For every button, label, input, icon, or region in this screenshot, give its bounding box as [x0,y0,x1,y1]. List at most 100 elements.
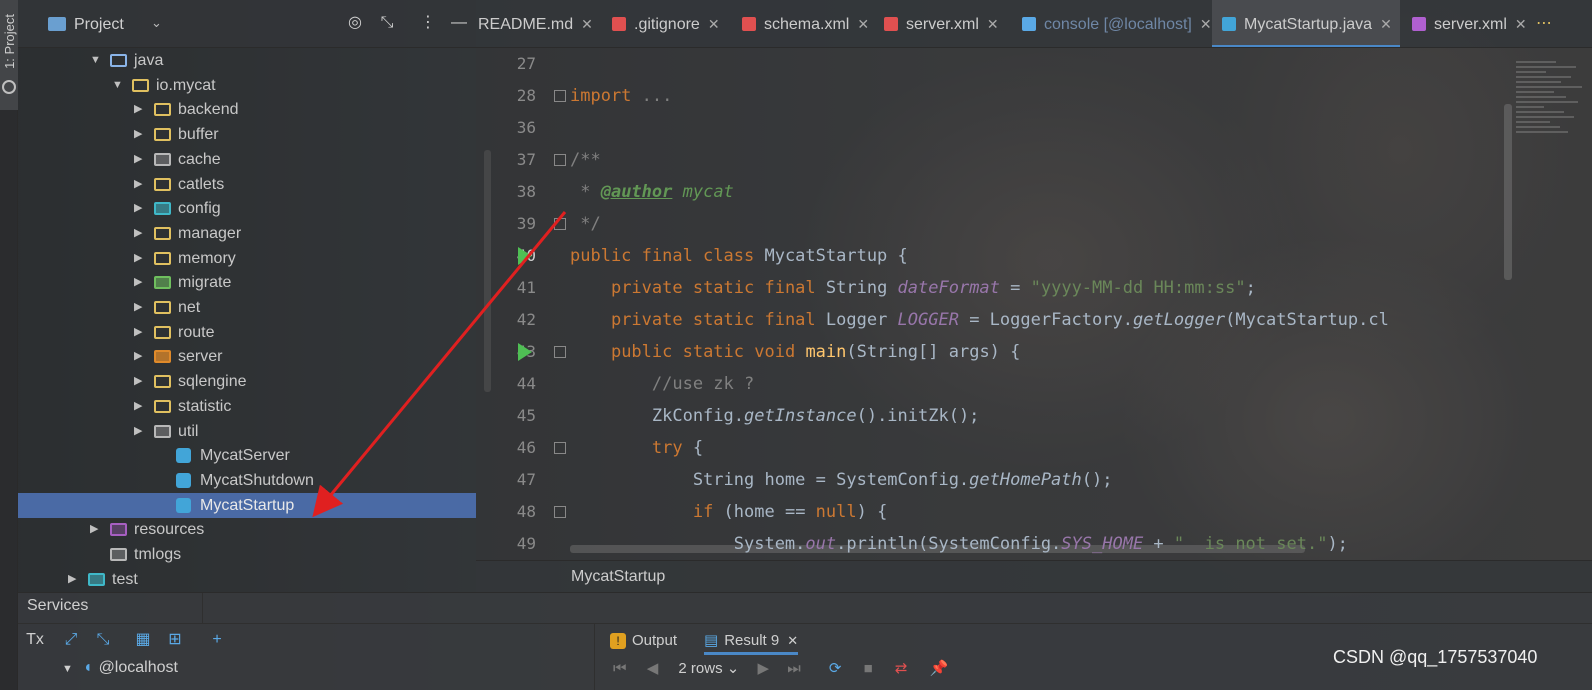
tab-result[interactable]: ▤ Result 9 ✕ [704,627,799,655]
tab-readme-md[interactable]: README.md ✕ [476,0,594,47]
chevron-down-icon[interactable]: ▼ [90,48,101,73]
close-icon[interactable]: ✕ [581,16,593,32]
tree-item-manager[interactable]: ▶ manager [18,221,476,246]
tree-item-java[interactable]: ▼ java [18,48,476,73]
chevron-right-icon[interactable]: ▶ [134,221,142,246]
more-tabs-icon[interactable]: ⋯ [1536,0,1552,47]
minimize-icon[interactable]: — [448,12,470,34]
chevron-down-icon[interactable]: ▼ [112,73,123,98]
fold-icon[interactable] [554,346,566,358]
run-gutter-icon[interactable] [518,343,532,361]
tab-mycatstartup-java[interactable]: MycatStartup.java ✕ [1212,0,1400,47]
code-line[interactable]: public final class MycatStartup { [570,240,908,272]
chevron-right-icon[interactable]: ▶ [134,122,142,147]
layout-icon[interactable]: ⊞ [164,629,186,651]
tree-item-sqlengine[interactable]: ▶ sqlengine [18,369,476,394]
tab-schema-xml[interactable]: schema.xml ✕ [732,0,869,47]
run-gutter-icon[interactable] [518,247,532,265]
tree-item-route[interactable]: ▶ route [18,320,476,345]
fold-icon[interactable] [554,442,566,454]
target-icon[interactable]: ◎ [344,12,366,34]
tree-item-backend[interactable]: ▶ backend [18,97,476,122]
collapse-all-icon[interactable]: ⤡ [92,629,114,651]
tree-item-memory[interactable]: ▶ memory [18,246,476,271]
tree-item-test[interactable]: ▶ test [18,567,476,592]
compare-icon[interactable]: ⇄ [895,660,908,677]
code-line[interactable]: if (home == null) { [570,496,888,528]
code-line[interactable]: */ [570,208,600,240]
tree-item-mycatshutdown[interactable]: MycatShutdown [18,468,476,493]
chevron-right-icon[interactable]: ▶ [90,517,98,542]
expand-all-icon[interactable]: ⤢ [60,629,82,651]
close-icon[interactable]: ✕ [857,16,869,32]
editor-vertical-scrollbar[interactable] [1504,104,1512,280]
tab-output[interactable]: ! Output [610,627,677,655]
collapse-all-icon[interactable]: ⤡ [376,12,398,34]
code-line[interactable]: /** [570,144,601,176]
close-icon[interactable]: ✕ [787,633,798,648]
chevron-right-icon[interactable]: ▶ [134,196,142,221]
code-line[interactable]: ZkConfig.getInstance().initZk(); [570,400,980,432]
chevron-right-icon[interactable]: ▶ [134,97,142,122]
chevron-right-icon[interactable]: ▶ [134,344,142,369]
close-icon[interactable]: ✕ [1515,16,1527,32]
code-line[interactable]: private static final Logger LOGGER = Log… [570,304,1389,336]
code-line[interactable]: //use zk ? [570,368,754,400]
stop-icon[interactable]: ■ [864,660,873,677]
next-page-icon[interactable]: ▶ [758,660,770,677]
chevron-right-icon[interactable]: ▶ [134,270,142,295]
chevron-right-icon[interactable]: ▶ [134,419,142,444]
prev-page-icon[interactable]: ◀ [647,660,659,677]
tab--gitignore[interactable]: .gitignore ✕ [602,0,724,47]
tree-item-config[interactable]: ▶ config [18,196,476,221]
tree-item-mycatstartup[interactable]: MycatStartup [18,492,476,518]
tree-item-mycatserver[interactable]: MycatServer [18,443,476,468]
project-tool-tab[interactable]: 1: Project [0,0,18,110]
close-icon[interactable]: ✕ [1380,16,1392,32]
last-page-icon[interactable]: ⏭ [787,660,801,677]
code-editor[interactable]: 27 28 import ... 36 37 /** 38 * @author mycat 3… [476,48,1592,560]
fold-icon[interactable] [554,506,566,518]
tree-item-net[interactable]: ▶ net [18,295,476,320]
chevron-right-icon[interactable]: ▶ [134,369,142,394]
fold-icon[interactable] [554,154,566,166]
close-icon[interactable]: ✕ [708,16,720,32]
tree-item-util[interactable]: ▶ util [18,419,476,444]
tree-item-catlets[interactable]: ▶ catlets [18,172,476,197]
tree-item-statistic[interactable]: ▶ statistic [18,394,476,419]
group-icon[interactable]: ▦ [132,629,154,651]
code-line[interactable]: try { [570,432,703,464]
tab-server-xml[interactable]: server.xml ✕ [1402,0,1592,47]
tree-item-migrate[interactable]: ▶ migrate [18,270,476,295]
code-line[interactable]: private static final String dateFormat =… [570,272,1256,304]
more-options-icon[interactable]: ⋮ [417,12,439,34]
chevron-right-icon[interactable]: ▶ [134,147,142,172]
chevron-right-icon[interactable]: ▶ [134,172,142,197]
tab-console-localhost-[interactable]: console [@localhost] ✕ [1012,0,1212,47]
code-line[interactable]: String home = SystemConfig.getHomePath()… [570,464,1113,496]
chevron-right-icon[interactable]: ▶ [68,567,76,592]
fold-icon[interactable] [554,218,566,230]
chevron-right-icon[interactable]: ▶ [134,320,142,345]
code-line[interactable]: public static void main(String[] args) { [570,336,1020,368]
project-title[interactable]: Project [74,16,124,34]
service-node-localhost[interactable]: ▼ ◖ @localhost [62,659,178,677]
tree-item-resources[interactable]: ▶ resources [18,517,476,542]
tree-item-cache[interactable]: ▶ cache [18,147,476,172]
tx-mode-button[interactable]: Tx [24,629,46,651]
code-line[interactable]: * @author mycat [570,176,734,208]
fold-icon[interactable] [554,90,566,102]
chevron-down-icon[interactable]: ⌄ [151,15,162,31]
refresh-icon[interactable]: ⟳ [829,660,842,677]
close-icon[interactable]: ✕ [987,16,999,32]
tab-server-xml[interactable]: server.xml ✕ [874,0,1004,47]
tree-item-tmlogs[interactable]: tmlogs [18,542,476,567]
code-line[interactable]: import ... [570,80,672,112]
first-page-icon[interactable]: ⏮ [613,660,627,677]
rows-count[interactable]: 2 rows ⌄ [678,660,739,677]
pin-icon[interactable]: 📌 [930,660,949,677]
tree-item-io-mycat[interactable]: ▼ io.mycat [18,73,476,98]
chevron-right-icon[interactable]: ▶ [134,394,142,419]
tree-item-server[interactable]: ▶ server [18,344,476,369]
chevron-right-icon[interactable]: ▶ [134,295,142,320]
